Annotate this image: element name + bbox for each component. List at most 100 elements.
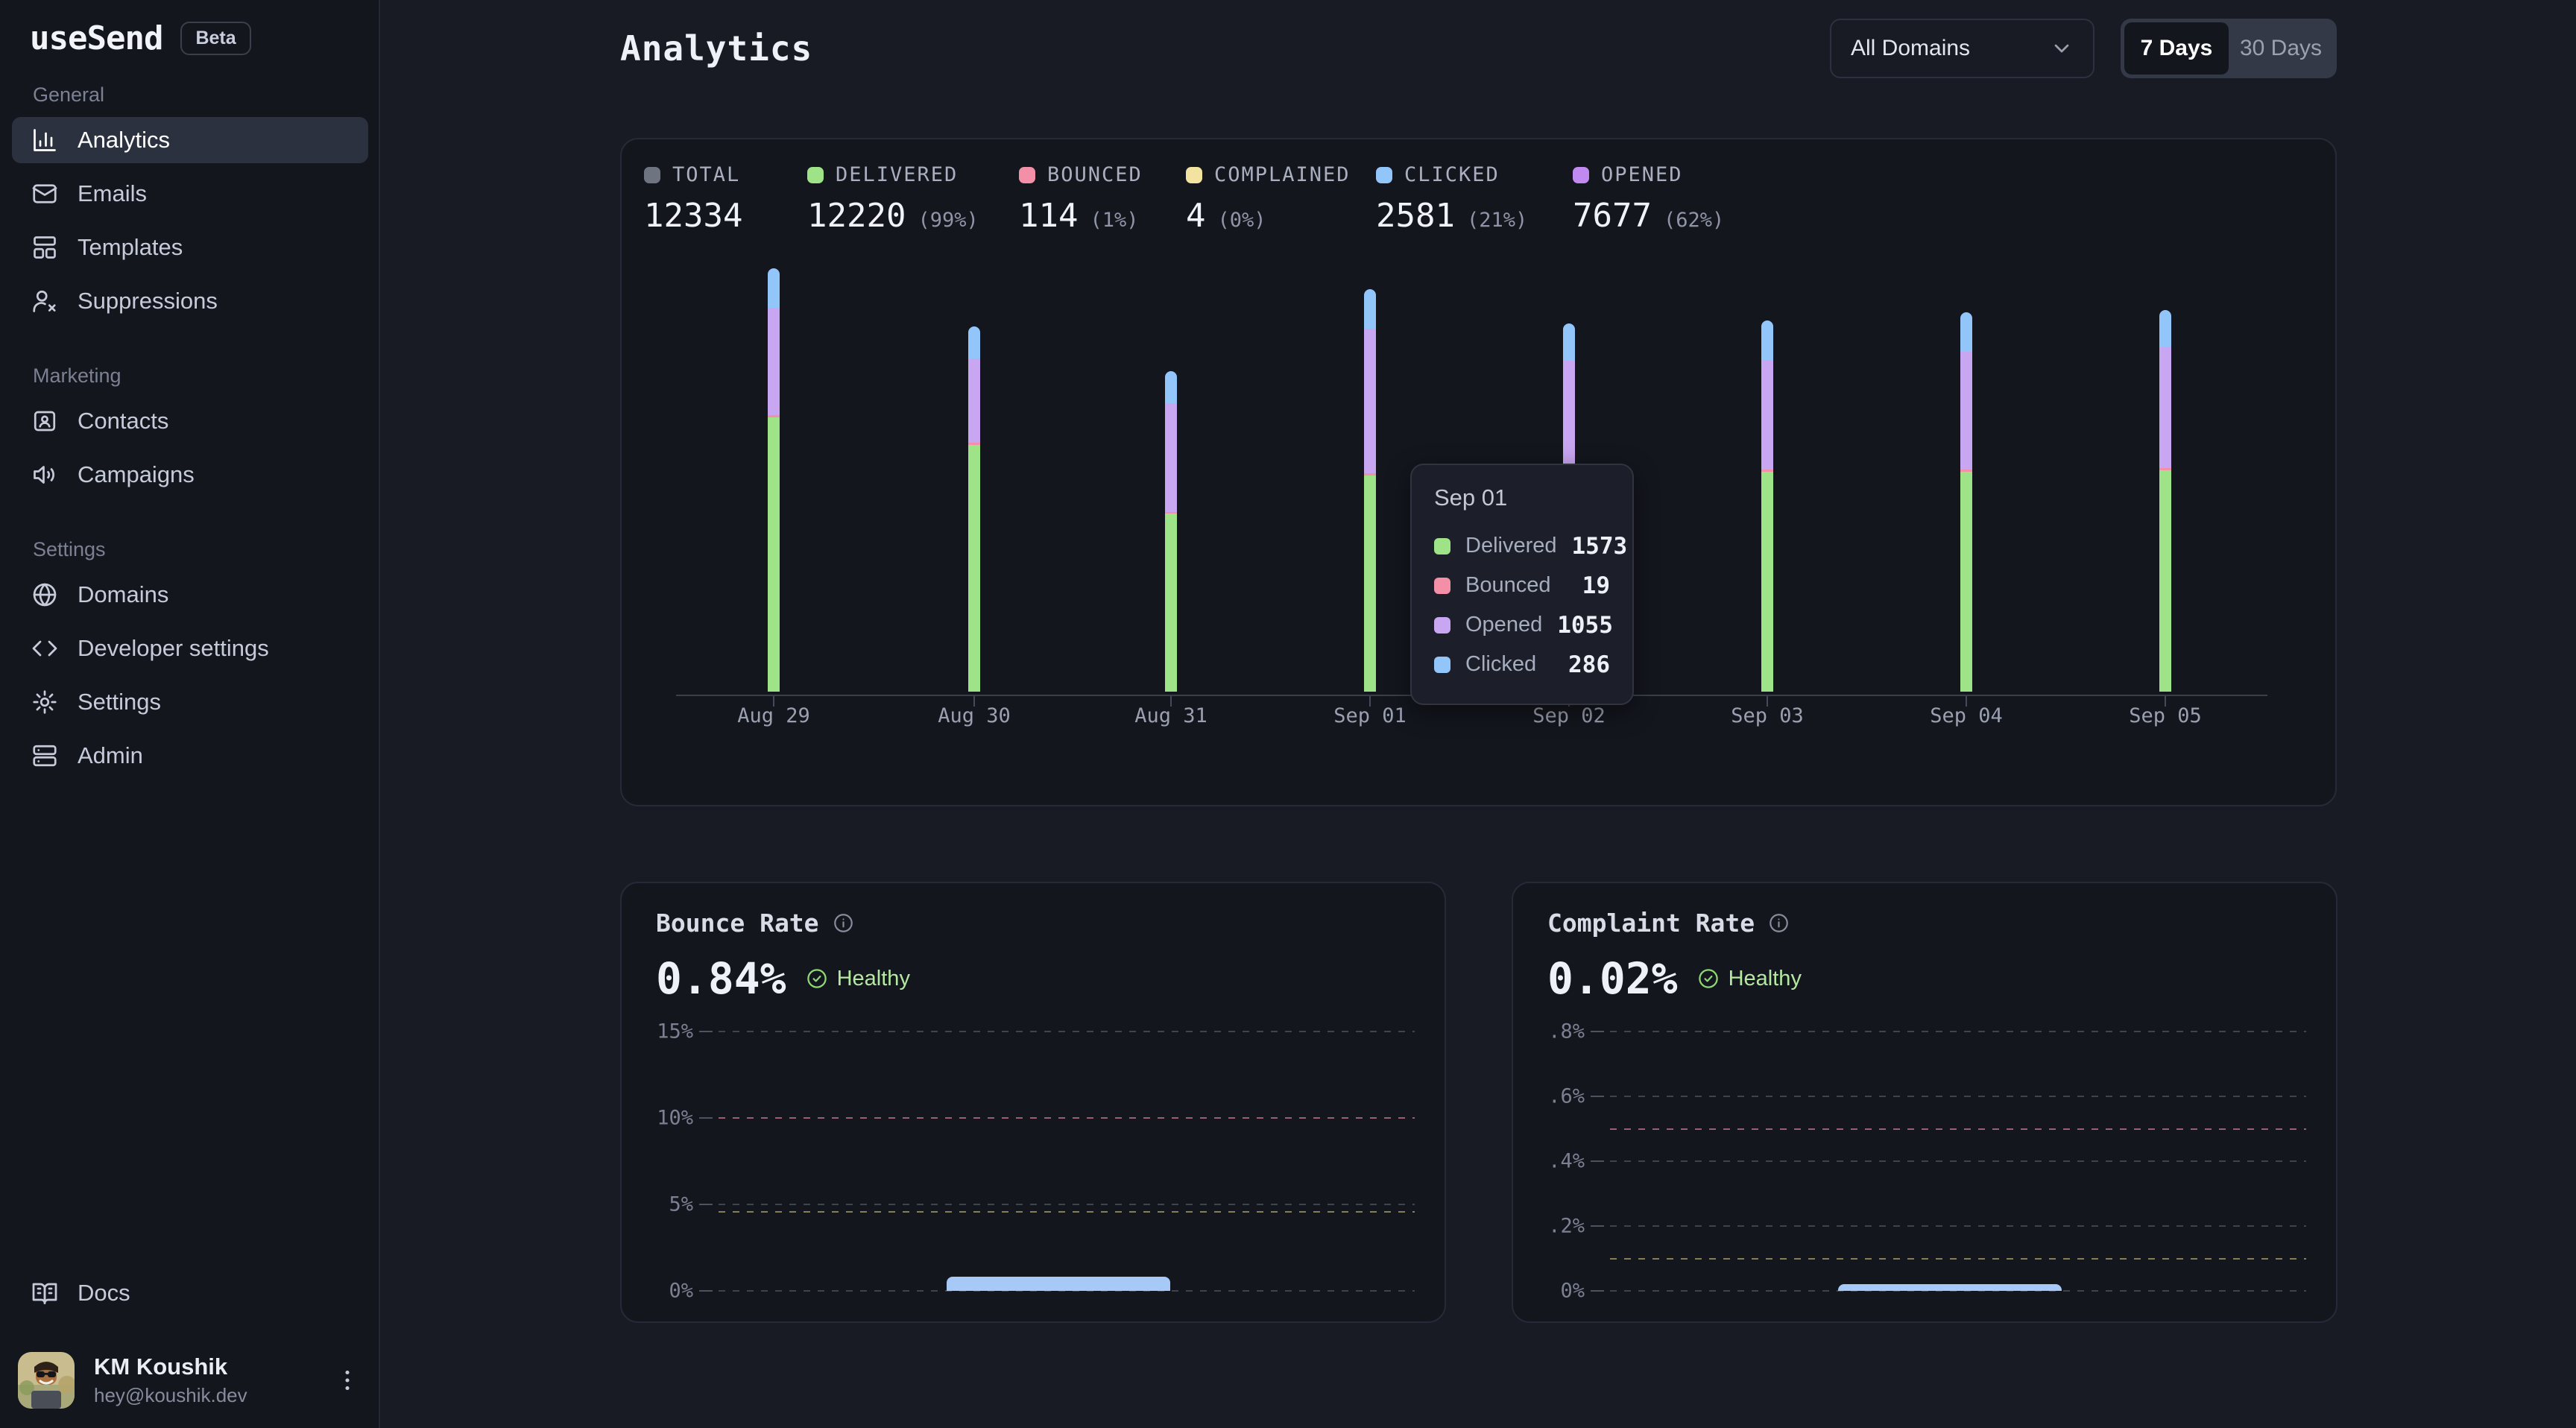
sidebar-item-templates[interactable]: Templates bbox=[12, 224, 368, 271]
tooltip-row-label: Clicked bbox=[1465, 652, 1536, 677]
y-axis-tick bbox=[699, 1204, 713, 1205]
segment-clicked bbox=[1563, 323, 1575, 361]
bar-sep-03[interactable] bbox=[1761, 320, 1773, 692]
book-open-icon bbox=[31, 1280, 58, 1307]
tooltip-row-clicked: Clicked286 bbox=[1434, 645, 1610, 684]
stat-value-row: 12220(99%) bbox=[807, 197, 979, 235]
stat-dot bbox=[807, 167, 824, 183]
page-title: Analytics bbox=[620, 28, 812, 69]
rate-bar bbox=[947, 1277, 1170, 1291]
segment-opened bbox=[1761, 360, 1773, 470]
segment-delivered bbox=[2159, 470, 2171, 692]
user-menu-kebab-icon[interactable] bbox=[334, 1367, 361, 1394]
stat-label: OPENED bbox=[1601, 163, 1683, 186]
y-axis-tick bbox=[1591, 1160, 1604, 1162]
sidebar-item-emails[interactable]: Emails bbox=[12, 171, 368, 217]
segment-clicked bbox=[1960, 312, 1972, 352]
sidebar-item-label: Templates bbox=[78, 234, 183, 261]
gridline--4- bbox=[1610, 1160, 2306, 1162]
bar-aug-30[interactable] bbox=[968, 326, 980, 692]
y-axis-tick bbox=[699, 1031, 713, 1032]
bounce-rate-chart: 15%10%5%0% bbox=[622, 883, 1445, 1321]
sidebar-item-developer-settings[interactable]: Developer settings bbox=[12, 625, 368, 672]
stat-dot bbox=[1186, 167, 1202, 183]
y-axis-tick bbox=[1591, 1031, 1604, 1032]
sidebar-item-docs[interactable]: Docs bbox=[12, 1270, 368, 1316]
y-axis-tick bbox=[699, 1117, 713, 1119]
y-axis-tick bbox=[1591, 1290, 1604, 1292]
stat-head: OPENED bbox=[1573, 163, 1724, 186]
user-row[interactable]: KM Koushik hey@koushik.dev bbox=[18, 1352, 361, 1409]
nav-section-label: Settings bbox=[33, 538, 368, 561]
nav-section-marketing: MarketingContactsCampaigns bbox=[12, 364, 368, 498]
segment-clicked bbox=[1761, 320, 1773, 360]
bar-chart-icon bbox=[31, 127, 58, 154]
sidebar-item-admin[interactable]: Admin bbox=[12, 733, 368, 779]
y-axis-label: 5% bbox=[622, 1193, 693, 1216]
bar-sep-01[interactable] bbox=[1364, 289, 1376, 692]
complaint-rate-card: Complaint Rate 0.02% Healthy .8%.6%.4%.2… bbox=[1512, 882, 2337, 1323]
stat-head: DELIVERED bbox=[807, 163, 979, 186]
stat-label: BOUNCED bbox=[1047, 163, 1143, 186]
stat-head: CLICKED bbox=[1376, 163, 1527, 186]
gear-icon bbox=[31, 689, 58, 715]
y-axis-label: 0% bbox=[622, 1280, 693, 1303]
tooltip-row-value: 1055 bbox=[1557, 612, 1613, 639]
analytics-chart-card: TOTAL12334DELIVERED12220(99%)BOUNCED114(… bbox=[620, 138, 2337, 806]
domain-filter-select[interactable]: All Domains bbox=[1830, 19, 2094, 78]
sidebar-item-contacts[interactable]: Contacts bbox=[12, 398, 368, 444]
tooltip-row-opened: Opened1055 bbox=[1434, 605, 1610, 645]
layout-icon bbox=[31, 234, 58, 261]
gridline--6- bbox=[1610, 1096, 2306, 1097]
stat-pct: (62%) bbox=[1664, 209, 1724, 232]
complaint-rate-chart: .8%.6%.4%.2%0% bbox=[1513, 883, 2336, 1321]
tooltip-rows: Delivered1573Bounced19Opened1055Clicked2… bbox=[1434, 526, 1610, 684]
sidebar-item-analytics[interactable]: Analytics bbox=[12, 117, 368, 163]
y-axis-label: .8% bbox=[1513, 1020, 1585, 1043]
mail-icon bbox=[31, 180, 58, 207]
segment-delivered bbox=[1165, 514, 1177, 692]
stat-dot bbox=[1573, 167, 1589, 183]
gridline-10- bbox=[719, 1117, 1415, 1119]
sidebar-item-label: Campaigns bbox=[78, 461, 195, 488]
stat-bounced: BOUNCED114(1%) bbox=[1019, 163, 1143, 235]
user-email: hey@koushik.dev bbox=[94, 1384, 247, 1407]
bar-sep-04[interactable] bbox=[1960, 312, 1972, 692]
sidebar-item-campaigns[interactable]: Campaigns bbox=[12, 452, 368, 498]
segment-delivered bbox=[1960, 472, 1972, 692]
sidebar-item-suppressions[interactable]: Suppressions bbox=[12, 278, 368, 324]
logo-row: useSend Beta bbox=[30, 19, 251, 57]
stat-value: 4 bbox=[1186, 197, 1206, 235]
gridline--8- bbox=[1610, 1031, 2306, 1032]
threshold-line-warning bbox=[1610, 1258, 2306, 1260]
stat-value-row: 4(0%) bbox=[1186, 197, 1351, 235]
segment-opened bbox=[1960, 352, 1972, 470]
sidebar-item-settings[interactable]: Settings bbox=[12, 679, 368, 725]
sidebar: useSend Beta GeneralAnalyticsEmailsTempl… bbox=[0, 0, 380, 1428]
sidebar-item-domains[interactable]: Domains bbox=[12, 572, 368, 618]
y-axis-label: .6% bbox=[1513, 1085, 1585, 1108]
stat-value: 7677 bbox=[1573, 197, 1652, 235]
x-axis-label: Sep 05 bbox=[2091, 704, 2240, 727]
segment-opened bbox=[1563, 361, 1575, 470]
segment-delivered bbox=[1364, 476, 1376, 692]
sidebar-item-label: Admin bbox=[78, 742, 143, 769]
bar-aug-29[interactable] bbox=[768, 268, 780, 692]
sidebar-item-label: Docs bbox=[78, 1280, 130, 1307]
y-axis-label: .2% bbox=[1513, 1215, 1585, 1238]
range-option-7-days[interactable]: 7 Days bbox=[2124, 22, 2229, 75]
range-option-30-days[interactable]: 30 Days bbox=[2229, 22, 2333, 75]
y-axis-label: .4% bbox=[1513, 1150, 1585, 1173]
x-axis-label: Aug 30 bbox=[900, 704, 1049, 727]
bar-sep-05[interactable] bbox=[2159, 310, 2171, 692]
segment-opened bbox=[968, 358, 980, 443]
tooltip-row-value: 1573 bbox=[1572, 533, 1628, 560]
bar-aug-31[interactable] bbox=[1165, 371, 1177, 692]
sidebar-item-label: Contacts bbox=[78, 408, 168, 435]
sidebar-item-label: Domains bbox=[78, 581, 168, 608]
gridline-15- bbox=[719, 1031, 1415, 1032]
sidebar-item-label: Emails bbox=[78, 180, 147, 207]
stat-label: COMPLAINED bbox=[1214, 163, 1351, 186]
bounce-rate-card: Bounce Rate 0.84% Healthy 15%10%5%0% bbox=[620, 882, 1446, 1323]
stat-value-row: 2581(21%) bbox=[1376, 197, 1527, 235]
